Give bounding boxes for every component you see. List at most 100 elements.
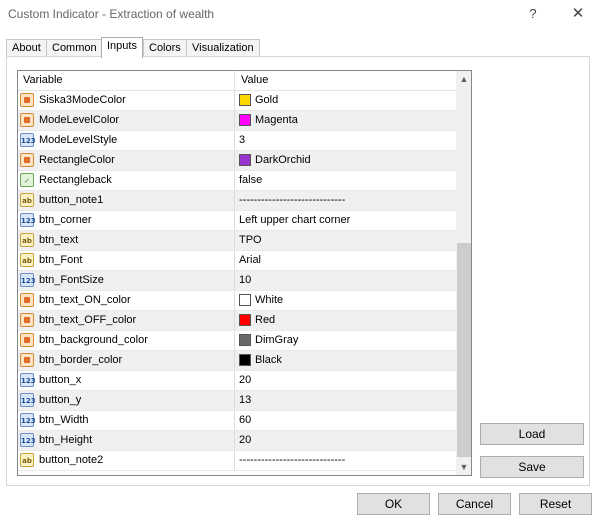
value-cell[interactable]: ----------------------------- xyxy=(236,191,456,210)
value-cell[interactable]: White xyxy=(236,291,456,310)
close-icon[interactable]: ✕ xyxy=(566,3,590,25)
load-button[interactable]: Load xyxy=(480,423,584,445)
variable-cell[interactable]: 123 btn_corner xyxy=(18,211,235,230)
value-cell[interactable]: Red xyxy=(236,311,456,330)
tab-common[interactable]: Common xyxy=(46,39,103,57)
value-cell[interactable]: Magenta xyxy=(236,111,456,130)
value-cell[interactable]: 60 xyxy=(236,411,456,430)
variable-cell[interactable]: 123 btn_FontSize xyxy=(18,271,235,290)
table-row[interactable]: 123 ModeLevelStyle 3 xyxy=(18,131,456,151)
variable-cell[interactable]: 123 ModeLevelStyle xyxy=(18,131,235,150)
table-row[interactable]: ab btn_text TPO xyxy=(18,231,456,251)
value-text: ----------------------------- xyxy=(239,194,346,206)
string-type-icon: ab xyxy=(20,253,34,267)
ok-button[interactable]: OK xyxy=(357,493,430,515)
table-row[interactable]: btn_text_ON_color White xyxy=(18,291,456,311)
table-row[interactable]: ✓ Rectangleback false xyxy=(18,171,456,191)
table-row[interactable]: ab button_note1 --------------------------… xyxy=(18,191,456,211)
value-text: Arial xyxy=(239,254,262,266)
numeric-type-icon: 123 xyxy=(20,213,36,227)
cancel-button[interactable]: Cancel xyxy=(438,493,511,515)
table-row[interactable]: 123 btn_FontSize 10 xyxy=(18,271,456,291)
table-row[interactable]: btn_border_color Black xyxy=(18,351,456,371)
header-variable[interactable]: Variable xyxy=(23,74,63,86)
variable-cell[interactable]: ModeLevelColor xyxy=(18,111,235,130)
table-row[interactable]: 123 button_y 13 xyxy=(18,391,456,411)
value-cell[interactable]: Left upper chart corner xyxy=(236,211,456,230)
value-text: ----------------------------- xyxy=(239,454,346,466)
value-text: Left upper chart corner xyxy=(239,214,351,226)
table-row[interactable]: ModeLevelColor Magenta xyxy=(18,111,456,131)
numeric-type-icon: 123 xyxy=(20,133,36,147)
variable-name: button_x xyxy=(39,374,82,386)
table-row[interactable]: 123 btn_corner Left upper chart corner xyxy=(18,211,456,231)
variable-cell[interactable]: ab button_note1 xyxy=(18,191,235,210)
tab-colors[interactable]: Colors xyxy=(143,39,187,57)
value-cell[interactable]: DarkOrchid xyxy=(236,151,456,170)
value-cell[interactable]: 3 xyxy=(236,131,456,150)
table-row[interactable]: Siska3ModeColor Gold xyxy=(18,91,456,111)
value-cell[interactable]: ----------------------------- xyxy=(236,451,456,470)
table-row[interactable]: 123 btn_Width 60 xyxy=(18,411,456,431)
window-title: Custom Indicator - Extraction of wealth xyxy=(8,7,215,21)
scroll-down-icon[interactable]: ▼ xyxy=(456,459,471,475)
value-cell[interactable]: 20 xyxy=(236,371,456,390)
variable-cell[interactable]: btn_border_color xyxy=(18,351,235,370)
grid-rows: Siska3ModeColor Gold ModeLevelColor Magenta… xyxy=(18,91,456,471)
variable-name: btn_corner xyxy=(39,214,92,226)
value-cell[interactable]: false xyxy=(236,171,456,190)
value-cell[interactable]: DimGray xyxy=(236,331,456,350)
variable-cell[interactable]: ab button_note2 xyxy=(18,451,235,470)
variable-cell[interactable]: ab btn_Font xyxy=(18,251,235,270)
table-row[interactable]: btn_background_color DimGray xyxy=(18,331,456,351)
variable-name: RectangleColor xyxy=(39,154,115,166)
variable-cell[interactable]: 123 button_x xyxy=(18,371,235,390)
value-cell[interactable]: 10 xyxy=(236,271,456,290)
tab-about[interactable]: About xyxy=(6,39,47,57)
tab-visualization[interactable]: Visualization xyxy=(186,39,260,57)
inputs-grid[interactable]: Variable Value Siska3ModeColor Gold ModeLe… xyxy=(17,70,472,476)
value-cell[interactable]: 20 xyxy=(236,431,456,450)
help-icon[interactable]: ? xyxy=(521,3,545,25)
header-value[interactable]: Value xyxy=(241,74,268,86)
variable-name: Siska3ModeColor xyxy=(39,94,126,106)
reset-button[interactable]: Reset xyxy=(519,493,592,515)
value-text: 10 xyxy=(239,274,252,286)
variable-cell[interactable]: 123 button_y xyxy=(18,391,235,410)
value-cell[interactable]: Black xyxy=(236,351,456,370)
variable-cell[interactable]: ab btn_text xyxy=(18,231,235,250)
variable-cell[interactable]: btn_text_ON_color xyxy=(18,291,235,310)
table-row[interactable]: btn_text_OFF_color Red xyxy=(18,311,456,331)
table-row[interactable]: RectangleColor DarkOrchid xyxy=(18,151,456,171)
header-divider[interactable] xyxy=(234,71,235,91)
variable-cell[interactable]: Siska3ModeColor xyxy=(18,91,235,110)
variable-name: button_note1 xyxy=(39,194,104,206)
table-row[interactable]: ab button_note2 --------------------------… xyxy=(18,451,456,471)
string-type-icon: ab xyxy=(20,453,34,467)
variable-cell[interactable]: btn_text_OFF_color xyxy=(18,311,235,330)
numeric-type-icon: 123 xyxy=(20,393,36,407)
value-text: Gold xyxy=(255,94,279,106)
variable-cell[interactable]: 123 btn_Width xyxy=(18,411,235,430)
boolean-type-icon: ✓ xyxy=(20,173,34,187)
variable-cell[interactable]: 123 btn_Height xyxy=(18,431,235,450)
value-cell[interactable]: Gold xyxy=(236,91,456,110)
value-cell[interactable]: TPO xyxy=(236,231,456,250)
table-row[interactable]: 123 button_x 20 xyxy=(18,371,456,391)
variable-cell[interactable]: ✓ Rectangleback xyxy=(18,171,235,190)
table-row[interactable]: ab btn_Font Arial xyxy=(18,251,456,271)
variable-cell[interactable]: RectangleColor xyxy=(18,151,235,170)
table-row[interactable]: 123 btn_Height 20 xyxy=(18,431,456,451)
value-cell[interactable]: 13 xyxy=(236,391,456,410)
variable-name: btn_Font xyxy=(39,254,83,266)
value-cell[interactable]: Arial xyxy=(236,251,456,270)
vertical-scrollbar[interactable]: ▲ ▼ xyxy=(456,71,471,475)
scroll-thumb[interactable] xyxy=(457,243,471,457)
variable-cell[interactable]: btn_background_color xyxy=(18,331,235,350)
tab-inputs[interactable]: Inputs xyxy=(101,37,143,58)
grid-header: Variable Value xyxy=(18,71,456,91)
color-swatch xyxy=(239,294,251,306)
save-button[interactable]: Save xyxy=(480,456,584,478)
scroll-up-icon[interactable]: ▲ xyxy=(456,71,471,87)
numeric-type-icon: 123 xyxy=(20,373,36,387)
